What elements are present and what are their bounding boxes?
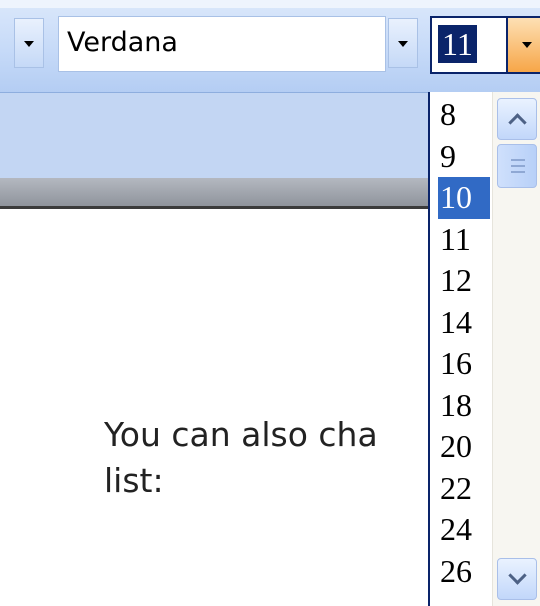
font-size-options: 8 9 10 11 12 14 16 18 20 22 24 26 bbox=[438, 94, 490, 592]
grip-icon bbox=[511, 171, 525, 173]
font-size-option-11[interactable]: 11 bbox=[438, 219, 490, 261]
style-dropdown-button[interactable] bbox=[14, 18, 44, 68]
ruler-area bbox=[0, 93, 430, 178]
font-size-option-24[interactable]: 24 bbox=[438, 509, 490, 551]
document-line: You can also cha bbox=[104, 415, 378, 454]
font-size-option-16[interactable]: 16 bbox=[438, 343, 490, 385]
font-size-dropdown-button[interactable] bbox=[508, 16, 540, 74]
font-name-value: Verdana bbox=[67, 27, 178, 58]
font-size-combobox[interactable]: 11 bbox=[430, 16, 508, 74]
font-size-option-22[interactable]: 22 bbox=[438, 468, 490, 510]
scroll-down-button[interactable] bbox=[497, 558, 537, 600]
font-size-dropdown-list[interactable]: 8 9 10 11 12 14 16 18 20 22 24 26 bbox=[428, 92, 540, 606]
document-body-text[interactable]: You can also cha list: bbox=[104, 412, 430, 504]
font-size-option-12[interactable]: 12 bbox=[438, 260, 490, 302]
font-name-dropdown-button[interactable] bbox=[388, 18, 418, 68]
formatting-toolbar: Verdana 11 bbox=[0, 0, 540, 93]
font-size-list-scrollbar[interactable] bbox=[492, 92, 540, 606]
grip-icon bbox=[511, 165, 525, 167]
chevron-down-icon bbox=[24, 41, 34, 47]
font-size-option-18[interactable]: 18 bbox=[438, 385, 490, 427]
chevron-up-icon bbox=[508, 113, 527, 132]
chevron-down-icon bbox=[508, 566, 527, 585]
toolbar-top-edge bbox=[0, 0, 540, 8]
font-size-value: 11 bbox=[438, 25, 477, 63]
page-top-edge bbox=[0, 178, 430, 209]
font-size-option-20[interactable]: 20 bbox=[438, 426, 490, 468]
chevron-down-icon bbox=[522, 42, 532, 48]
document-line: list: bbox=[104, 461, 164, 500]
grip-icon bbox=[511, 159, 525, 161]
font-size-option-9[interactable]: 9 bbox=[438, 136, 490, 178]
scroll-thumb[interactable] bbox=[497, 144, 537, 188]
font-size-option-8[interactable]: 8 bbox=[438, 94, 490, 136]
chevron-down-icon bbox=[398, 41, 408, 47]
font-size-option-14[interactable]: 14 bbox=[438, 302, 490, 344]
scroll-up-button[interactable] bbox=[497, 98, 537, 140]
font-size-option-10[interactable]: 10 bbox=[438, 177, 490, 219]
font-size-option-26[interactable]: 26 bbox=[438, 551, 490, 593]
font-name-combobox[interactable]: Verdana bbox=[58, 16, 386, 72]
